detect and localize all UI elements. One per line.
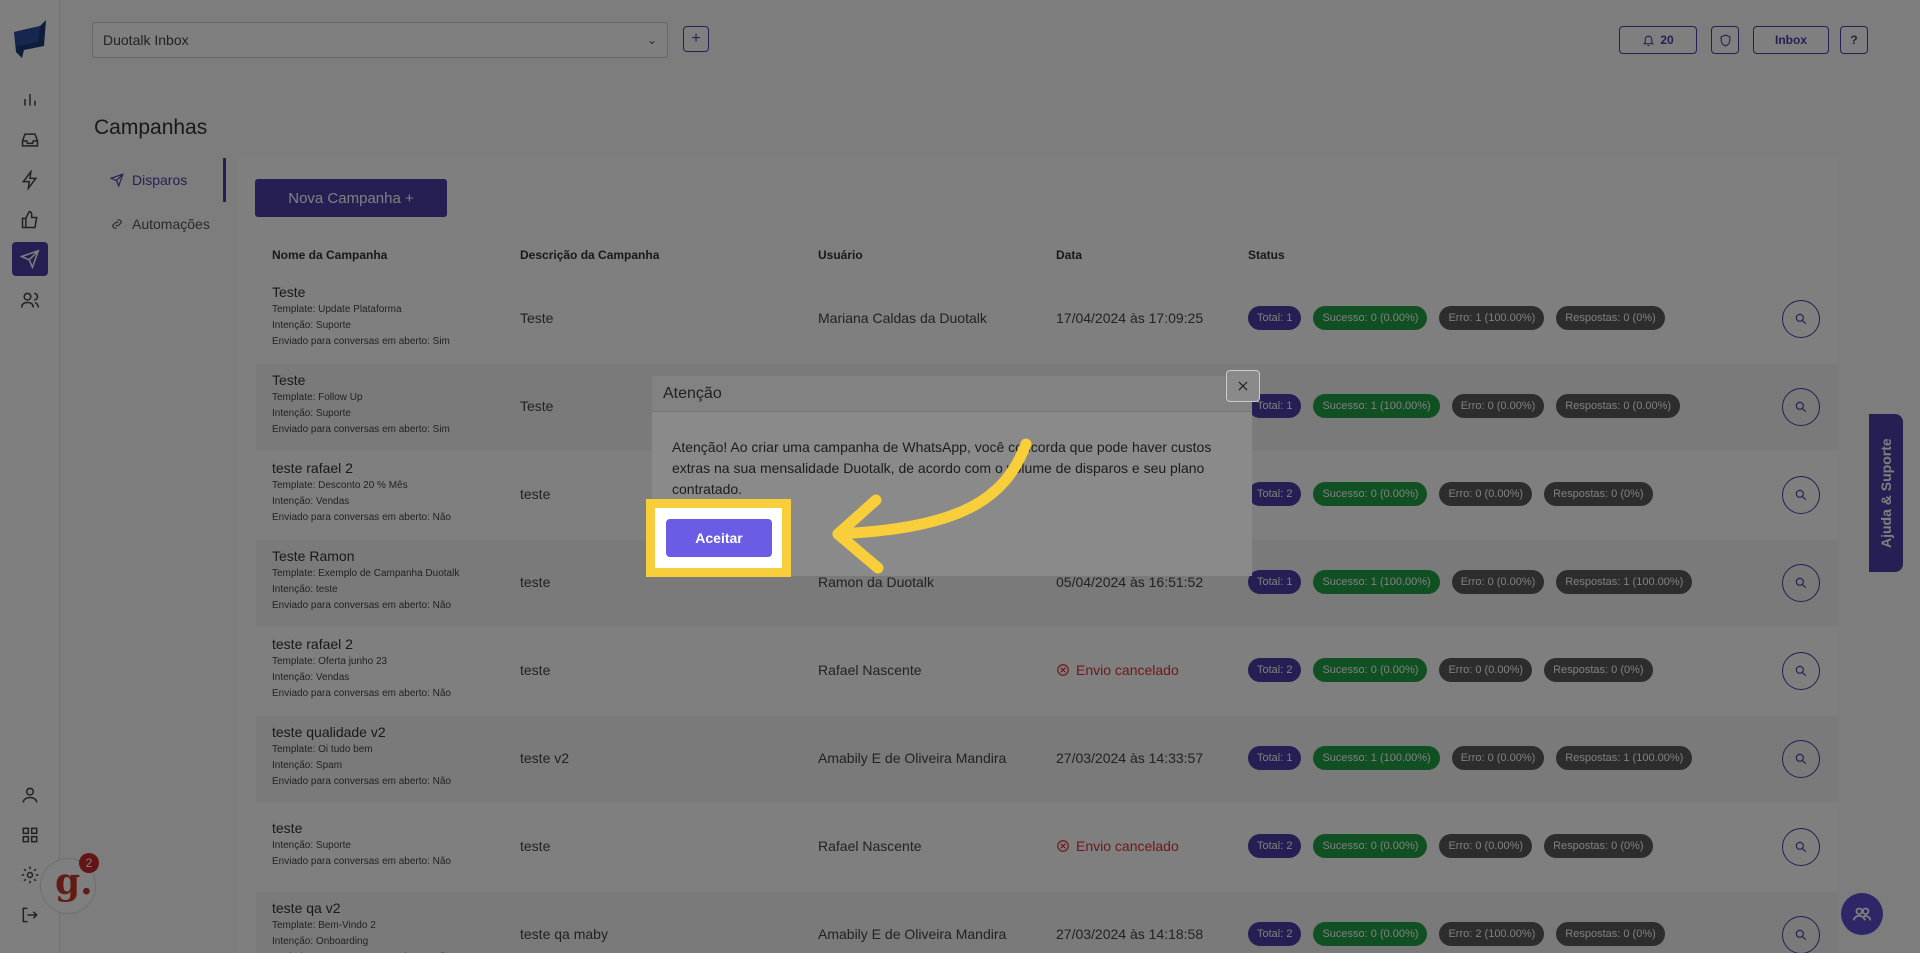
close-icon xyxy=(1238,381,1248,391)
modal-close-button[interactable] xyxy=(1226,370,1260,402)
pointer-arrow-icon xyxy=(832,438,1032,574)
accept-button[interactable]: Aceitar xyxy=(666,519,772,557)
modal-title: Atenção xyxy=(663,385,722,402)
modal-header: Atenção xyxy=(652,376,1252,412)
